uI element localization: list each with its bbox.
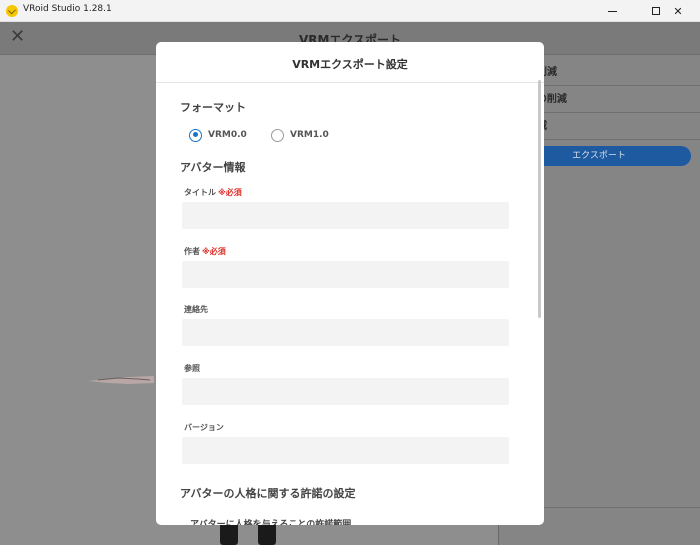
author-label-text: 作者	[184, 247, 200, 256]
window-title: VRoid Studio 1.28.1	[23, 4, 112, 14]
minimize-icon	[607, 10, 617, 12]
author-field-label: 作者 ※必須	[184, 246, 226, 257]
format-heading: フォーマット	[180, 101, 246, 114]
radio-selected-icon	[189, 128, 202, 142]
version-input[interactable]	[182, 437, 509, 464]
format-vrm0-label: VRM0.0	[208, 130, 247, 140]
minimize-button[interactable]	[590, 0, 634, 22]
dialog-divider	[156, 82, 544, 83]
window-titlebar: VRoid Studio 1.28.1 ✕	[0, 0, 700, 22]
window-close-icon: ✕	[673, 4, 683, 18]
avatar-info-heading: アバター情報	[180, 161, 246, 174]
permissions-heading: アバターの人格に関する許諾の設定	[180, 487, 356, 500]
app-logo-icon	[6, 5, 18, 17]
author-input[interactable]	[182, 261, 509, 288]
format-vrm1-radio[interactable]: VRM1.0	[271, 128, 329, 142]
required-mark: ※必須	[202, 247, 226, 256]
title-label-text: タイトル	[184, 188, 216, 197]
reference-field-label: 参照	[184, 364, 200, 373]
dialog-scrollbar[interactable]	[538, 80, 541, 318]
title-field-label: タイトル ※必須	[184, 187, 242, 198]
version-field-label: バージョン	[184, 423, 224, 432]
reference-input[interactable]	[182, 378, 509, 405]
dialog-title: VRMエクスポート設定	[292, 58, 408, 71]
vrm-export-settings-dialog: VRMエクスポート設定 フォーマット VRM0.0 VRM1.0 アバター情報 …	[156, 42, 544, 525]
model-hair-fragment	[88, 376, 154, 384]
personation-permission-label: アバターに人格を与えることの許諾範囲	[190, 520, 352, 525]
required-mark: ※必須	[218, 188, 242, 197]
window-close-button[interactable]: ✕	[656, 0, 700, 22]
contact-input[interactable]	[182, 319, 509, 346]
format-vrm1-label: VRM1.0	[290, 130, 329, 140]
title-input[interactable]	[182, 202, 509, 229]
contact-field-label: 連絡先	[184, 305, 208, 314]
radio-unselected-icon	[271, 128, 284, 142]
format-vrm0-radio[interactable]: VRM0.0	[189, 128, 247, 142]
